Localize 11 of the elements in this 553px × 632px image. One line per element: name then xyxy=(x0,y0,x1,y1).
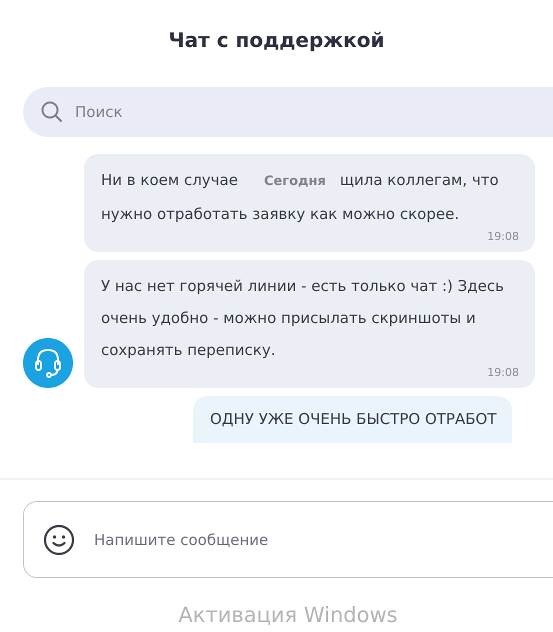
message-text: У нас нет горячей линии - есть только чат :) Здесь очень удобно - можно присылать скриншоты и сохранять переписку. xyxy=(101,276,505,361)
search-icon xyxy=(41,101,63,123)
message-text: ОДНУ УЖЕ ОЧЕНЬ БЫСТРО ОТРАБОТ xyxy=(210,409,496,430)
emoji-icon[interactable] xyxy=(43,524,75,556)
message-input[interactable]: Напишите сообщение xyxy=(23,501,553,578)
message-text: Ни в коем случае Сегодня щила коллегам, что нужно отработать заявку как можно скорее. xyxy=(101,170,500,225)
chat-title: Чат с поддержкой xyxy=(167,27,386,54)
search-field[interactable]: Поиск xyxy=(23,87,553,137)
message-time: 19:08 xyxy=(486,230,519,244)
activation-notice: Активация Windows xyxy=(178,603,398,627)
message-time: 19:08 xyxy=(486,366,519,380)
